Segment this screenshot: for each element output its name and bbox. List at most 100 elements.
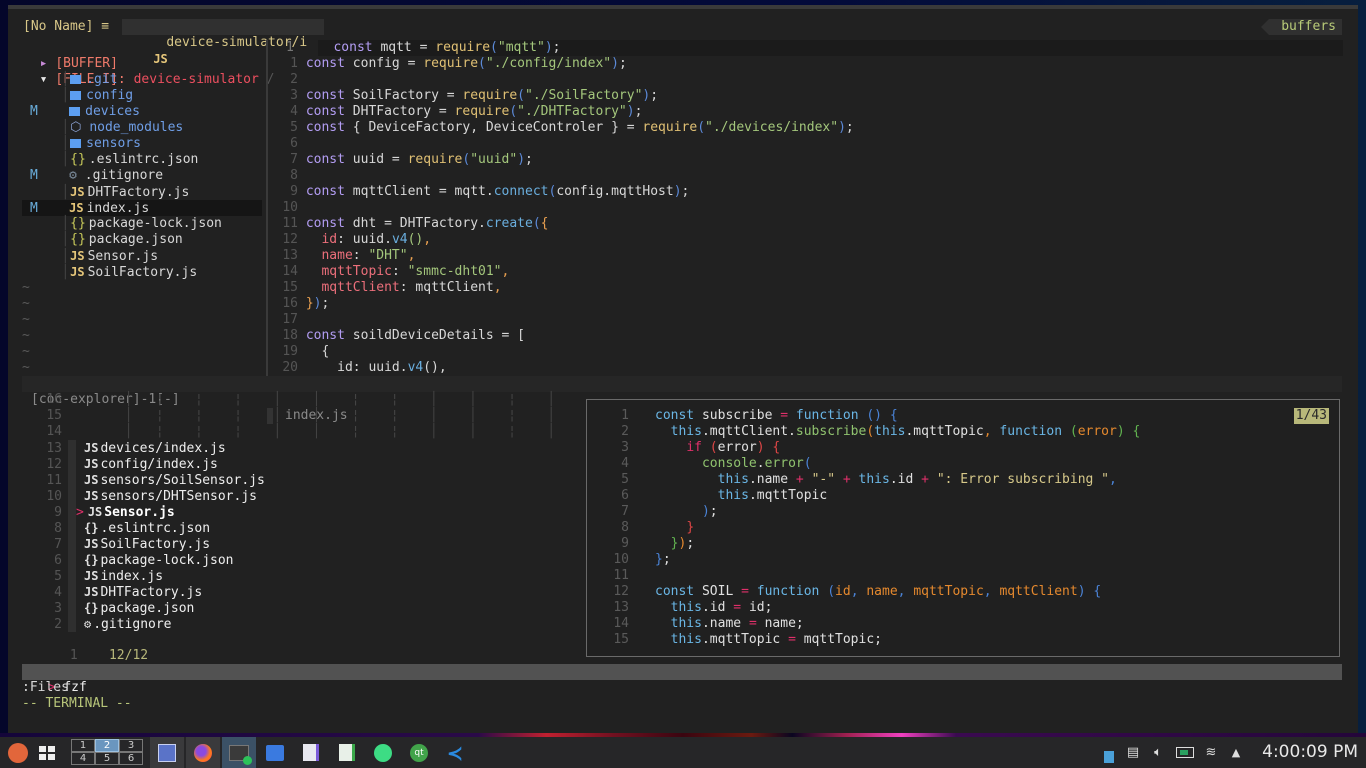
fzf-result-item[interactable]: 13 JS devices/index.js [22,440,226,456]
explorer-buffer-node[interactable]: ▸ [BUFFER] [24,40,118,71]
preview-line: 15 this.mqttTopic = mqttTopic; [587,632,882,648]
line-number: 2 [290,72,298,87]
desktop-6[interactable]: 6 [119,752,143,765]
code-token: = [741,584,757,599]
tab-active[interactable]: device-simulator/i JS [122,19,324,66]
code-line[interactable]: 8 [270,168,306,184]
taskbar-qt-creator[interactable]: qt [406,737,432,768]
empty-line-marker: ~ [22,296,30,311]
desktop-2[interactable]: 2 [95,739,119,752]
code-line[interactable]: 16 }); [270,296,329,312]
fzf-result-item[interactable]: 7 JS SoilFactory.js [22,536,210,552]
explorer-item[interactable]: │ .git [22,72,117,88]
fzf-result-item[interactable]: 11 JS sensors/SoilSensor.js [22,472,265,488]
tray-volume[interactable]: 🔈︎ [1148,737,1168,768]
explorer-item[interactable]: │{} package-lock.json [22,216,222,232]
explorer-item[interactable]: M ⚙ .gitignore [22,168,163,184]
code-line[interactable]: 14 mqttTopic: "smmc-dht01", [270,264,509,280]
taskbar-vscode[interactable]: ≺ [442,737,468,768]
js-icon: JS [84,441,99,455]
code-token: ; [662,552,671,567]
taskbar-terminal[interactable] [222,737,256,768]
tray-battery[interactable] [1174,737,1196,768]
tray-expand[interactable]: ▲ [1228,737,1244,768]
fzf-result-item[interactable]: 12 JS config/index.js [22,456,218,472]
code-line[interactable]: 4 const DHTFactory = require("./DHTFacto… [270,104,642,120]
code-line[interactable]: 13 name: "DHT", [270,248,415,264]
code-token: v4 [407,360,424,375]
vertical-split-divider[interactable] [266,40,268,376]
explorer-item[interactable]: │ sensors [22,136,141,152]
explorer-item[interactable]: │JS SoilFactory.js [22,264,197,280]
taskbar-calc[interactable] [334,737,360,768]
fzf-result-name: package-lock.json [100,553,234,568]
wifi-icon: ≋ [1205,745,1217,760]
buffers-label[interactable]: buffers [1261,19,1342,35]
code-token: () { [866,408,898,423]
tray-notes[interactable]: ▤ [1124,737,1142,768]
desktop-3[interactable]: 3 [119,739,143,752]
explorer-item[interactable]: M devices [22,104,140,120]
explorer-item[interactable]: │JS Sensor.js [22,248,158,264]
command-line[interactable]: :Files [22,680,69,696]
code-line[interactable]: 7 const uuid = require("uuid"); [270,152,533,168]
code-token: soildDeviceDetails = [ [352,328,525,343]
code-line[interactable]: 5 const { DeviceFactory, DeviceControler… [270,120,854,136]
fzf-gutter [68,584,76,600]
fzf-result-item[interactable]: 4 JS DHTFactory.js [22,584,202,600]
fzf-result-item[interactable]: 6 {} package-lock.json [22,552,234,568]
taskbar-android-studio[interactable] [370,737,396,768]
clock[interactable]: 4:00:09 PM [1262,737,1358,768]
app-launcher-button[interactable] [4,737,32,768]
line-number: 1 [286,40,294,55]
code-token: function [756,584,828,599]
explorer-file-node[interactable]: ▾ [FILE I]: device-simulator / [24,56,275,87]
fzf-result-item[interactable]: 9 > JS Sensor.js [22,504,175,520]
code-line[interactable]: 6 [270,136,306,152]
code-line[interactable]: 15 mqttClient: mqttClient, [270,280,501,296]
explorer-item[interactable]: │ config [22,88,133,104]
desktop-4[interactable]: 4 [71,752,95,765]
js-icon: JS [84,537,99,551]
code-token: DHTFactory = [352,104,455,119]
explorer-item[interactable]: │⬡ node_modules [22,120,183,136]
tray-wifi[interactable]: ≋ [1200,737,1222,768]
desktop-5[interactable]: 5 [95,752,119,765]
explorer-item[interactable]: │{} package.json [22,232,182,248]
code-line[interactable]: 9 const mqttClient = mqtt.connect(config… [270,184,689,200]
code-token: , [501,264,510,279]
taskbar-file-manager[interactable] [150,737,184,768]
fzf-gutter [68,616,76,632]
js-icon: JS [84,473,99,487]
code-line[interactable]: 20 id: uuid.v4(), [270,360,446,376]
fzf-preview-window[interactable]: 1/43 1 const subscribe = function () {2 t… [586,399,1340,657]
tab-no-name[interactable]: [No Name] ≡ [23,19,109,35]
explorer-item[interactable]: │JS DHTFactory.js [22,184,189,200]
tray-window-indicator[interactable] [1102,737,1116,768]
fzf-prompt-row[interactable]: 0 > [22,648,110,681]
fzf-result-item[interactable]: 10 JS sensors/DHTSensor.js [22,488,257,504]
fzf-result-item[interactable]: 3 {} package.json [22,600,194,616]
code-line[interactable]: 17 [270,312,306,328]
code-line[interactable]: 2 [270,72,306,88]
code-line[interactable]: 1 const config = require("./config/index… [270,56,627,72]
code-line[interactable]: 18 const soildDeviceDetails = [ [270,328,525,344]
line-number: 15 [282,280,298,295]
code-line[interactable]: 19 { [270,344,329,360]
explorer-item[interactable]: │{} .eslintrc.json [22,152,198,168]
taskbar-store[interactable] [262,737,288,768]
code-line[interactable]: 3 const SoilFactory = require("./SoilFac… [270,88,658,104]
fzf-result-item[interactable]: 5 JS index.js [22,568,163,584]
code-token: require [642,120,698,135]
code-line[interactable]: 10 [270,200,306,216]
explorer-item[interactable]: M JS index.js [22,200,149,216]
taskbar-writer[interactable] [298,737,324,768]
desktop-1[interactable]: 1 [71,739,95,752]
code-line[interactable]: 1 const mqtt = require("mqtt"); [270,40,561,56]
fzf-result-item[interactable]: 8 {} .eslintrc.json [22,520,210,536]
taskbar-firefox[interactable] [186,737,220,768]
show-desktop-button[interactable] [36,737,58,768]
code-line[interactable]: 11 const dht = DHTFactory.create({ [270,216,548,232]
fzf-result-item[interactable]: 2 ⚙ .gitignore [22,616,172,632]
code-line[interactable]: 12 id: uuid.v4(), [270,232,431,248]
